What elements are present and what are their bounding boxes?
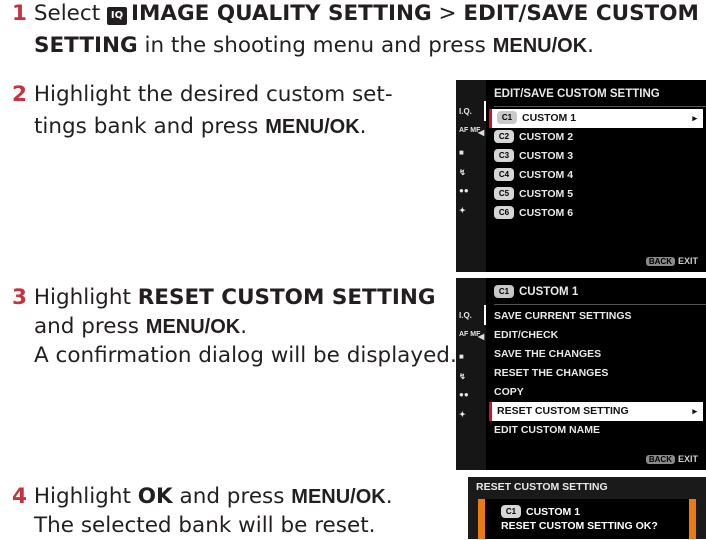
menu-side-tabs: I.Q. AF MF ◀ ■ ↯ ●● ✦	[456, 80, 486, 272]
menu-name: SETTING	[34, 33, 138, 58]
camera-screen-custom-banks: I.Q. AF MF ◀ ■ ↯ ●● ✦ EDIT/SAVE CUSTOM S…	[456, 80, 706, 272]
wrench-tab-icon[interactable]: ✦	[459, 206, 466, 215]
menu-item[interactable]: SAVE CURRENT SETTINGS	[489, 307, 703, 326]
camera-screen-custom-1-menu: I.Q. AF MF ◀ ■ ↯ ●● ✦ C1 CUSTOM 1 SAVE CU…	[456, 278, 706, 470]
chevron-left-icon: ◀	[478, 332, 485, 341]
screen-title-label: CUSTOM 1	[519, 286, 579, 298]
menu-item[interactable]: RESET THE CHANGES	[489, 364, 703, 383]
custom-bank-item[interactable]: C6 CUSTOM 6	[489, 204, 703, 223]
menu-item[interactable]: COPY	[489, 383, 703, 402]
step-3-line-1: 3 Highlight RESET CUSTOM SETTING	[12, 284, 435, 312]
item-label: CUSTOM 1	[522, 112, 577, 124]
step-number: 4	[12, 484, 27, 509]
dialog-bank: C1 CUSTOM 1	[501, 505, 580, 518]
step-text: A confirmation dialog will be displayed.	[34, 343, 457, 368]
image-quality-icon: IQ	[106, 7, 127, 25]
step-number: 1	[12, 1, 27, 26]
camera-tab-icon[interactable]: ■	[459, 148, 464, 157]
confirmation-box: C1 CUSTOM 1 RESET CUSTOM SETTING OK?	[478, 499, 696, 539]
custom-bank-icon: C5	[494, 187, 514, 200]
step-2-line-2: tings bank and press MENU/OK.	[34, 113, 367, 141]
back-icon: BACK	[645, 455, 675, 464]
wrench-tab-icon[interactable]: ✦	[459, 410, 466, 419]
key-name: MENU/OK	[291, 486, 386, 508]
step-1-line-2: SETTING in the shooting menu and press M…	[34, 32, 594, 60]
key-name: MENU/OK	[265, 116, 360, 138]
custom-bank-icon: C1	[494, 285, 514, 298]
exit-label: EXIT	[677, 454, 698, 464]
item-label: CUSTOM 4	[519, 169, 574, 181]
movie-tab-icon[interactable]: ●●	[459, 390, 469, 399]
key-name: MENU/OK	[492, 35, 588, 57]
menu-item[interactable]: EDIT CUSTOM NAME	[489, 421, 703, 440]
flash-tab-icon[interactable]: ↯	[459, 372, 466, 381]
exit-hint[interactable]: BACK EXIT	[645, 454, 698, 464]
step-text: Highlight the desired custom set-	[33, 82, 393, 107]
separator: >	[438, 1, 457, 26]
custom-bank-item[interactable]: C4 CUSTOM 4	[489, 166, 703, 185]
custom-bank-icon: C3	[494, 149, 514, 162]
custom-bank-item[interactable]: C1 CUSTOM 1	[489, 109, 703, 128]
screen-title: EDIT/SAVE CUSTOM SETTING	[494, 82, 706, 107]
step-text: tings bank and press	[34, 114, 259, 139]
back-icon: BACK	[645, 257, 675, 266]
custom-bank-icon: C1	[501, 505, 521, 518]
custom-bank-item[interactable]: C2 CUSTOM 2	[489, 128, 703, 147]
item-label: CUSTOM 3	[519, 150, 574, 162]
step-text: and press	[34, 314, 139, 339]
period: .	[385, 484, 393, 509]
menu-item[interactable]: SAVE THE CHANGES	[489, 345, 703, 364]
exit-hint[interactable]: BACK EXIT	[645, 256, 698, 266]
custom-bank-item[interactable]: C3 CUSTOM 3	[489, 147, 703, 166]
bank-label: CUSTOM 1	[526, 506, 581, 518]
step-2-line-1: 2 Highlight the desired custom set-	[12, 81, 393, 109]
menu-item-selected[interactable]: RESET CUSTOM SETTING	[489, 402, 703, 421]
menu-name: RESET CUSTOM SETTING	[137, 285, 436, 310]
step-text: Highlight	[33, 285, 131, 310]
menu-name: OK	[137, 484, 173, 509]
custom-bank-icon: C4	[494, 168, 514, 181]
step-3-line-2: and press MENU/OK.	[34, 313, 247, 341]
step-number: 3	[12, 285, 27, 310]
exit-label: EXIT	[677, 256, 698, 266]
step-number: 2	[12, 82, 27, 107]
custom-bank-icon: C2	[494, 130, 514, 143]
step-text: Select	[33, 1, 101, 26]
step-3-line-3: A confirmation dialog will be displayed.	[34, 342, 457, 370]
step-4-line-2: The selected bank will be reset.	[34, 512, 375, 540]
camera-tab-icon[interactable]: ■	[459, 352, 464, 361]
menu-name: IMAGE QUALITY SETTING	[130, 1, 432, 26]
key-name: MENU/OK	[145, 316, 241, 338]
movie-tab-icon[interactable]: ●●	[459, 186, 469, 195]
period: .	[359, 114, 367, 139]
image-quality-tab-icon[interactable]: I.Q.	[459, 311, 472, 320]
custom-bank-icon: C1	[497, 111, 517, 124]
custom-bank-icon: C6	[494, 206, 514, 219]
dialog-title: RESET CUSTOM SETTING	[476, 481, 608, 493]
item-label: CUSTOM 2	[519, 131, 574, 143]
chevron-left-icon: ◀	[478, 128, 485, 137]
step-text: Highlight	[33, 484, 131, 509]
item-label: CUSTOM 5	[519, 188, 574, 200]
image-quality-tab-icon[interactable]: I.Q.	[459, 107, 472, 116]
menu-side-tabs: I.Q. AF MF ◀ ■ ↯ ●● ✦	[456, 278, 486, 470]
item-label: CUSTOM 6	[519, 207, 574, 219]
camera-screen-reset-dialog: RESET CUSTOM SETTING C1 CUSTOM 1 RESET CU…	[468, 477, 706, 539]
dialog-question: RESET CUSTOM SETTING OK?	[501, 520, 658, 532]
step-1-line-1: 1 Select IQ IMAGE QUALITY SETTING > EDIT/…	[12, 0, 699, 28]
menu-name: EDIT/SAVE CUSTOM	[463, 1, 699, 26]
custom-bank-item[interactable]: C5 CUSTOM 5	[489, 185, 703, 204]
period: .	[240, 314, 248, 339]
step-4-line-1: 4 Highlight OK and press MENU/OK.	[12, 483, 393, 511]
step-text: in the shooting menu and press	[144, 33, 486, 58]
tab-selection-marker	[484, 305, 486, 325]
step-text: and press	[179, 484, 285, 509]
menu-item[interactable]: EDIT/CHECK	[489, 326, 703, 345]
screen-title: C1 CUSTOM 1	[494, 280, 706, 305]
tab-selection-marker	[484, 101, 486, 121]
period: .	[587, 33, 595, 58]
flash-tab-icon[interactable]: ↯	[459, 168, 466, 177]
step-text: The selected bank will be reset.	[34, 513, 376, 538]
